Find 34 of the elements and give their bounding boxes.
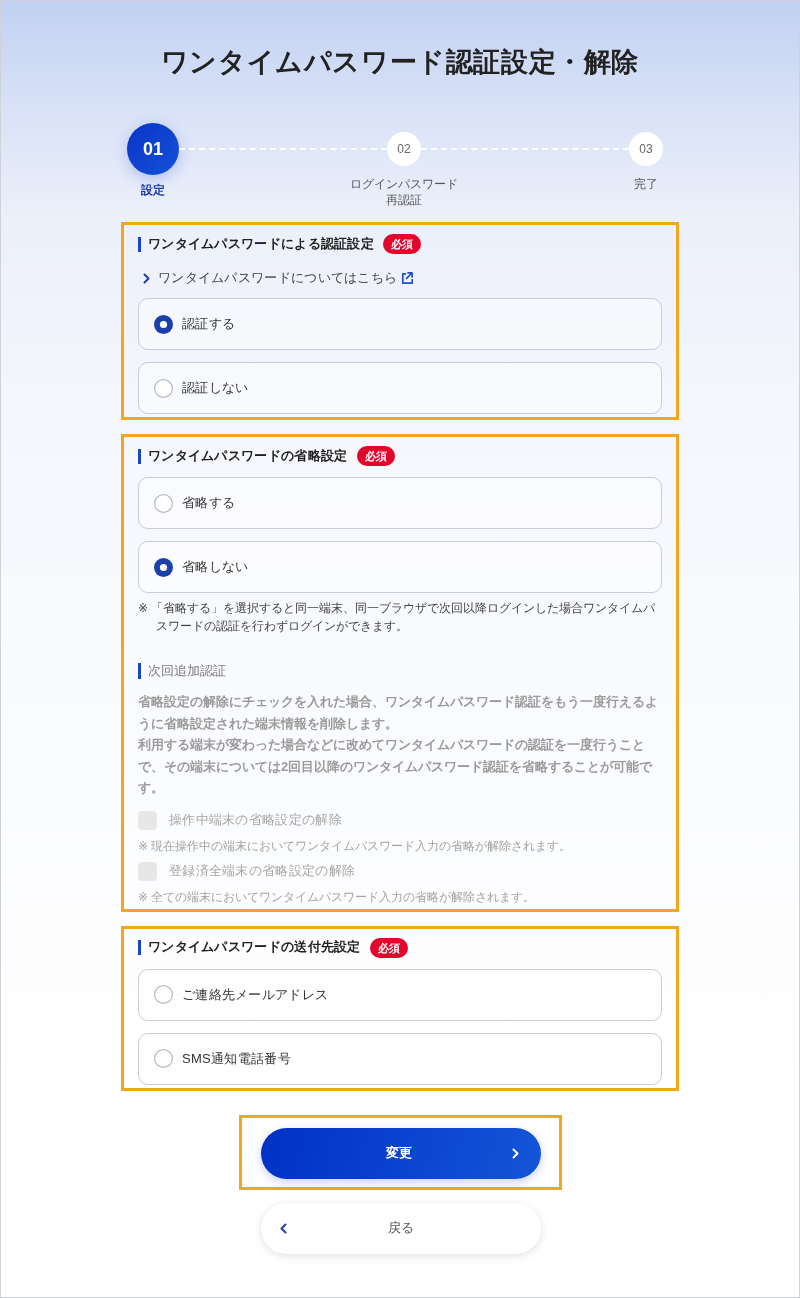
required-badge: 必須 bbox=[383, 234, 422, 254]
description-text: 利用する端末が変わった場合などに改めてワンタイムパスワードの認証を一度行うことで、その端末については2回目以降のワンタイムパスワード認証を省略することが可能です。 bbox=[138, 736, 654, 797]
radio-option[interactable]: ご連絡先メールアドレス bbox=[138, 968, 662, 1021]
required-badge: 必須 bbox=[369, 937, 408, 958]
note-text: ※ 「省略する」を選択すると同一端末、同一ブラウザで次回以降ログインした場合ワンタイムパスワードの認証を行わずログインができます。 bbox=[138, 600, 657, 635]
radio-option[interactable]: 省略する bbox=[138, 477, 662, 529]
radio-option[interactable]: 省略しない bbox=[138, 541, 662, 593]
chevron-right-icon bbox=[511, 1147, 519, 1159]
section-heading: ワンタイムパスワードの送付先設定 bbox=[138, 940, 361, 955]
step-label: 設定 bbox=[140, 182, 166, 198]
change-button[interactable]: 変更 bbox=[260, 1127, 541, 1179]
external-link-icon bbox=[401, 272, 414, 284]
note-text: ※ 現在操作中の端末においてワンタイムパスワード入力の省略が解除されます。 bbox=[138, 837, 573, 855]
subsection-heading: 次回追加認証 bbox=[138, 663, 662, 679]
step-number: 01 bbox=[127, 123, 179, 175]
step-number: 02 bbox=[387, 132, 421, 166]
description-text: 省略設定の解除にチェックを入れた場合、ワンタイムパスワード認証をもう一度行えるように省略設定された端末情報を削除します。 bbox=[138, 693, 659, 733]
step-label: 完了 bbox=[633, 176, 659, 192]
radio-option[interactable]: SMS通知電話番号 bbox=[138, 1032, 662, 1085]
checkbox-label: 操作中端末の省略設定の解除 bbox=[169, 811, 342, 829]
section-heading: ワンタイムパスワードによる認証設定 bbox=[138, 236, 375, 252]
radio-option[interactable]: 認証する bbox=[138, 298, 662, 350]
radio-option[interactable]: 認証しない bbox=[138, 362, 662, 414]
chevron-left-icon bbox=[279, 1222, 287, 1234]
note-text: ※ 全ての端末においてワンタイムパスワード入力の省略が解除されます。 bbox=[138, 888, 537, 906]
info-link[interactable]: ワンタイムパスワードについてはこちら bbox=[158, 269, 414, 287]
chevron-right-icon bbox=[143, 272, 150, 284]
checkbox-label: 登録済全端末の省略設定の解除 bbox=[169, 862, 356, 880]
section-heading: ワンタイムパスワードの省略設定 bbox=[138, 448, 348, 464]
back-button[interactable]: 戻る bbox=[260, 1202, 541, 1254]
required-badge: 必須 bbox=[356, 446, 395, 466]
page-title: ワンタイムパスワード認証設定・解除 bbox=[159, 46, 641, 79]
step-label: ログインパスワード再認証 bbox=[349, 176, 459, 208]
step-number: 03 bbox=[629, 132, 663, 166]
